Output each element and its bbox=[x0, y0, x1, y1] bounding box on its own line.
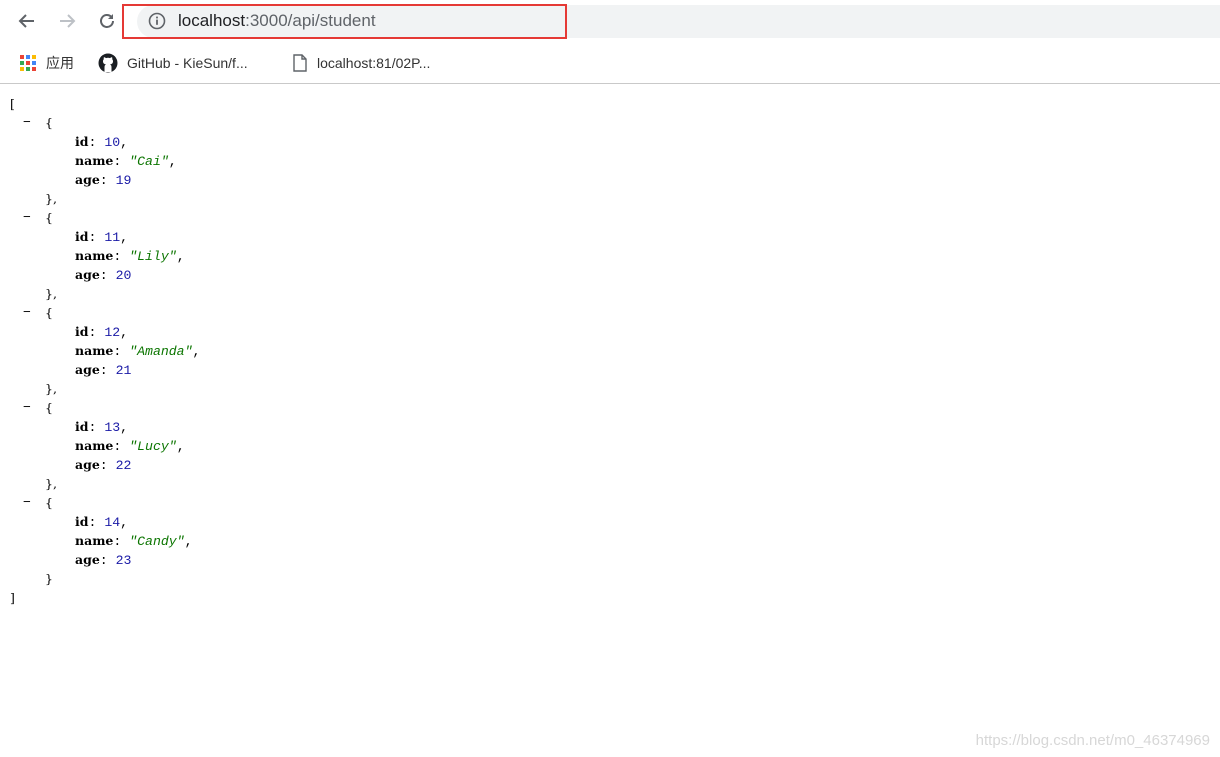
json-field-name: name: "Candy", bbox=[75, 533, 193, 549]
json-field-age: age: 19 bbox=[75, 172, 132, 188]
bookmarks-bar: 应用 GitHub - KieSun/f... localhost:81/02P… bbox=[0, 42, 1220, 84]
apps-grid-icon bbox=[20, 55, 36, 71]
json-object-open: −{ bbox=[10, 398, 200, 417]
json-field-name: name: "Amanda", bbox=[75, 343, 201, 359]
json-field-name: name: "Cai", bbox=[75, 153, 177, 169]
json-object-close: }, bbox=[45, 476, 57, 491]
bookmark-label: localhost:81/02P... bbox=[317, 55, 431, 71]
json-field-name: name: "Lily", bbox=[75, 248, 185, 264]
json-field-age: age: 23 bbox=[75, 552, 132, 568]
bookmark-label: 应用 bbox=[46, 55, 74, 71]
browser-toolbar: localhost:3000/api/student bbox=[0, 0, 1220, 42]
json-field-age: age: 22 bbox=[75, 457, 132, 473]
json-object-close: }, bbox=[45, 286, 57, 301]
json-object-close: }, bbox=[45, 381, 57, 396]
json-object-close: }, bbox=[45, 191, 57, 206]
reload-button[interactable] bbox=[94, 8, 120, 34]
json-field-age: age: 21 bbox=[75, 362, 132, 378]
bookmark-localhost[interactable]: localhost:81/02P... bbox=[292, 52, 430, 74]
json-object-close: } bbox=[45, 571, 53, 586]
json-object: −{ id: 14, name: "Candy", age: 23} bbox=[10, 493, 200, 588]
page-icon bbox=[293, 54, 307, 72]
json-field-name: name: "Lucy", bbox=[75, 438, 185, 454]
json-viewer: [ −{ id: 10, name: "Cai", age: 19}, −{ id: 11… bbox=[10, 94, 200, 607]
arrow-right-icon bbox=[60, 14, 76, 28]
bookmark-github[interactable]: GitHub - KieSun/f... bbox=[98, 52, 248, 74]
json-field-id: id: 14, bbox=[75, 514, 129, 530]
json-object: −{ id: 11, name: "Lily", age: 20}, bbox=[10, 208, 200, 303]
collapse-toggle[interactable]: − bbox=[23, 493, 35, 512]
bookmark-label: GitHub - KieSun/f... bbox=[127, 55, 248, 71]
collapse-toggle[interactable]: − bbox=[23, 208, 35, 227]
json-object-open: −{ bbox=[10, 493, 200, 512]
watermark: https://blog.csdn.net/m0_46374969 bbox=[975, 732, 1210, 749]
json-field-id: id: 13, bbox=[75, 419, 129, 435]
json-items: −{ id: 10, name: "Cai", age: 19}, −{ id: 11, n… bbox=[10, 113, 200, 588]
arrow-left-icon bbox=[18, 14, 34, 28]
bookmark-apps[interactable]: 应用 bbox=[19, 52, 74, 74]
collapse-toggle[interactable]: − bbox=[23, 113, 35, 132]
json-object: −{ id: 12, name: "Amanda", age: 21}, bbox=[10, 303, 200, 398]
json-field-id: id: 12, bbox=[75, 324, 129, 340]
url-highlight-box bbox=[122, 4, 567, 39]
back-button[interactable] bbox=[14, 8, 40, 34]
json-field-id: id: 10, bbox=[75, 134, 129, 150]
json-object-open: −{ bbox=[10, 113, 200, 132]
collapse-toggle[interactable]: − bbox=[23, 303, 35, 322]
json-field-id: id: 11, bbox=[75, 229, 129, 245]
github-icon bbox=[98, 53, 118, 73]
json-close-bracket: ] bbox=[10, 590, 15, 605]
collapse-toggle[interactable]: − bbox=[23, 398, 35, 417]
json-open-bracket: [ bbox=[10, 96, 15, 111]
json-object-open: −{ bbox=[10, 208, 200, 227]
json-field-age: age: 20 bbox=[75, 267, 132, 283]
json-object-open: −{ bbox=[10, 303, 200, 322]
json-object: −{ id: 13, name: "Lucy", age: 22}, bbox=[10, 398, 200, 493]
forward-button[interactable] bbox=[54, 8, 80, 34]
reload-icon bbox=[100, 14, 114, 28]
json-object: −{ id: 10, name: "Cai", age: 19}, bbox=[10, 113, 200, 208]
